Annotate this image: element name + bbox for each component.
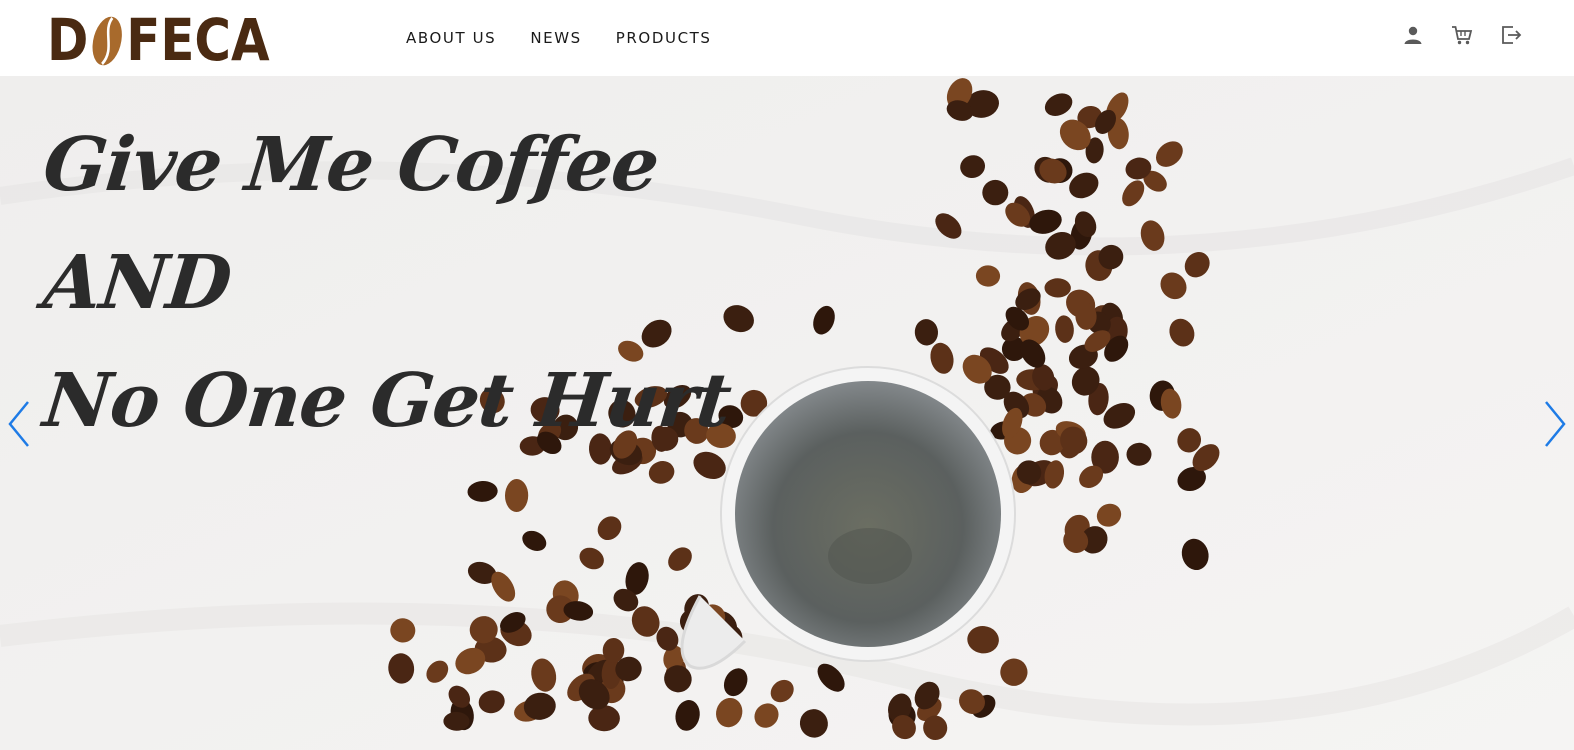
- logo-text-rest: FECA: [126, 6, 270, 74]
- hero-slider: Give Me Coffee AND No One Get Hurt: [0, 76, 1574, 750]
- coffee-bean-icon: [90, 11, 124, 69]
- header-actions: [1402, 24, 1522, 46]
- nav-products[interactable]: PRODUCTS: [616, 29, 712, 47]
- hero-line-1: Give Me Coffee: [39, 122, 663, 208]
- main-nav: ABOUT US NEWS PRODUCTS: [406, 29, 746, 47]
- logo-letter-d: D: [47, 6, 89, 74]
- nav-about-us[interactable]: ABOUT US: [406, 29, 496, 47]
- chevron-left-icon[interactable]: [2, 396, 36, 452]
- site-header: D FECA ABOUT US NEWS PRODUCTS: [0, 0, 1574, 76]
- chevron-right-icon[interactable]: [1538, 396, 1572, 452]
- hero-line-2: AND: [39, 240, 235, 326]
- logout-icon[interactable]: [1500, 24, 1522, 46]
- cart-icon[interactable]: [1451, 24, 1473, 46]
- user-icon[interactable]: [1402, 24, 1424, 46]
- logo[interactable]: D FECA: [47, 6, 270, 74]
- hero-line-3: No One Get Hurt: [39, 358, 735, 444]
- hero-slogan: Give Me Coffee AND No One Get Hurt: [39, 106, 734, 460]
- nav-news[interactable]: NEWS: [530, 29, 581, 47]
- coffee-bean: [982, 179, 1009, 206]
